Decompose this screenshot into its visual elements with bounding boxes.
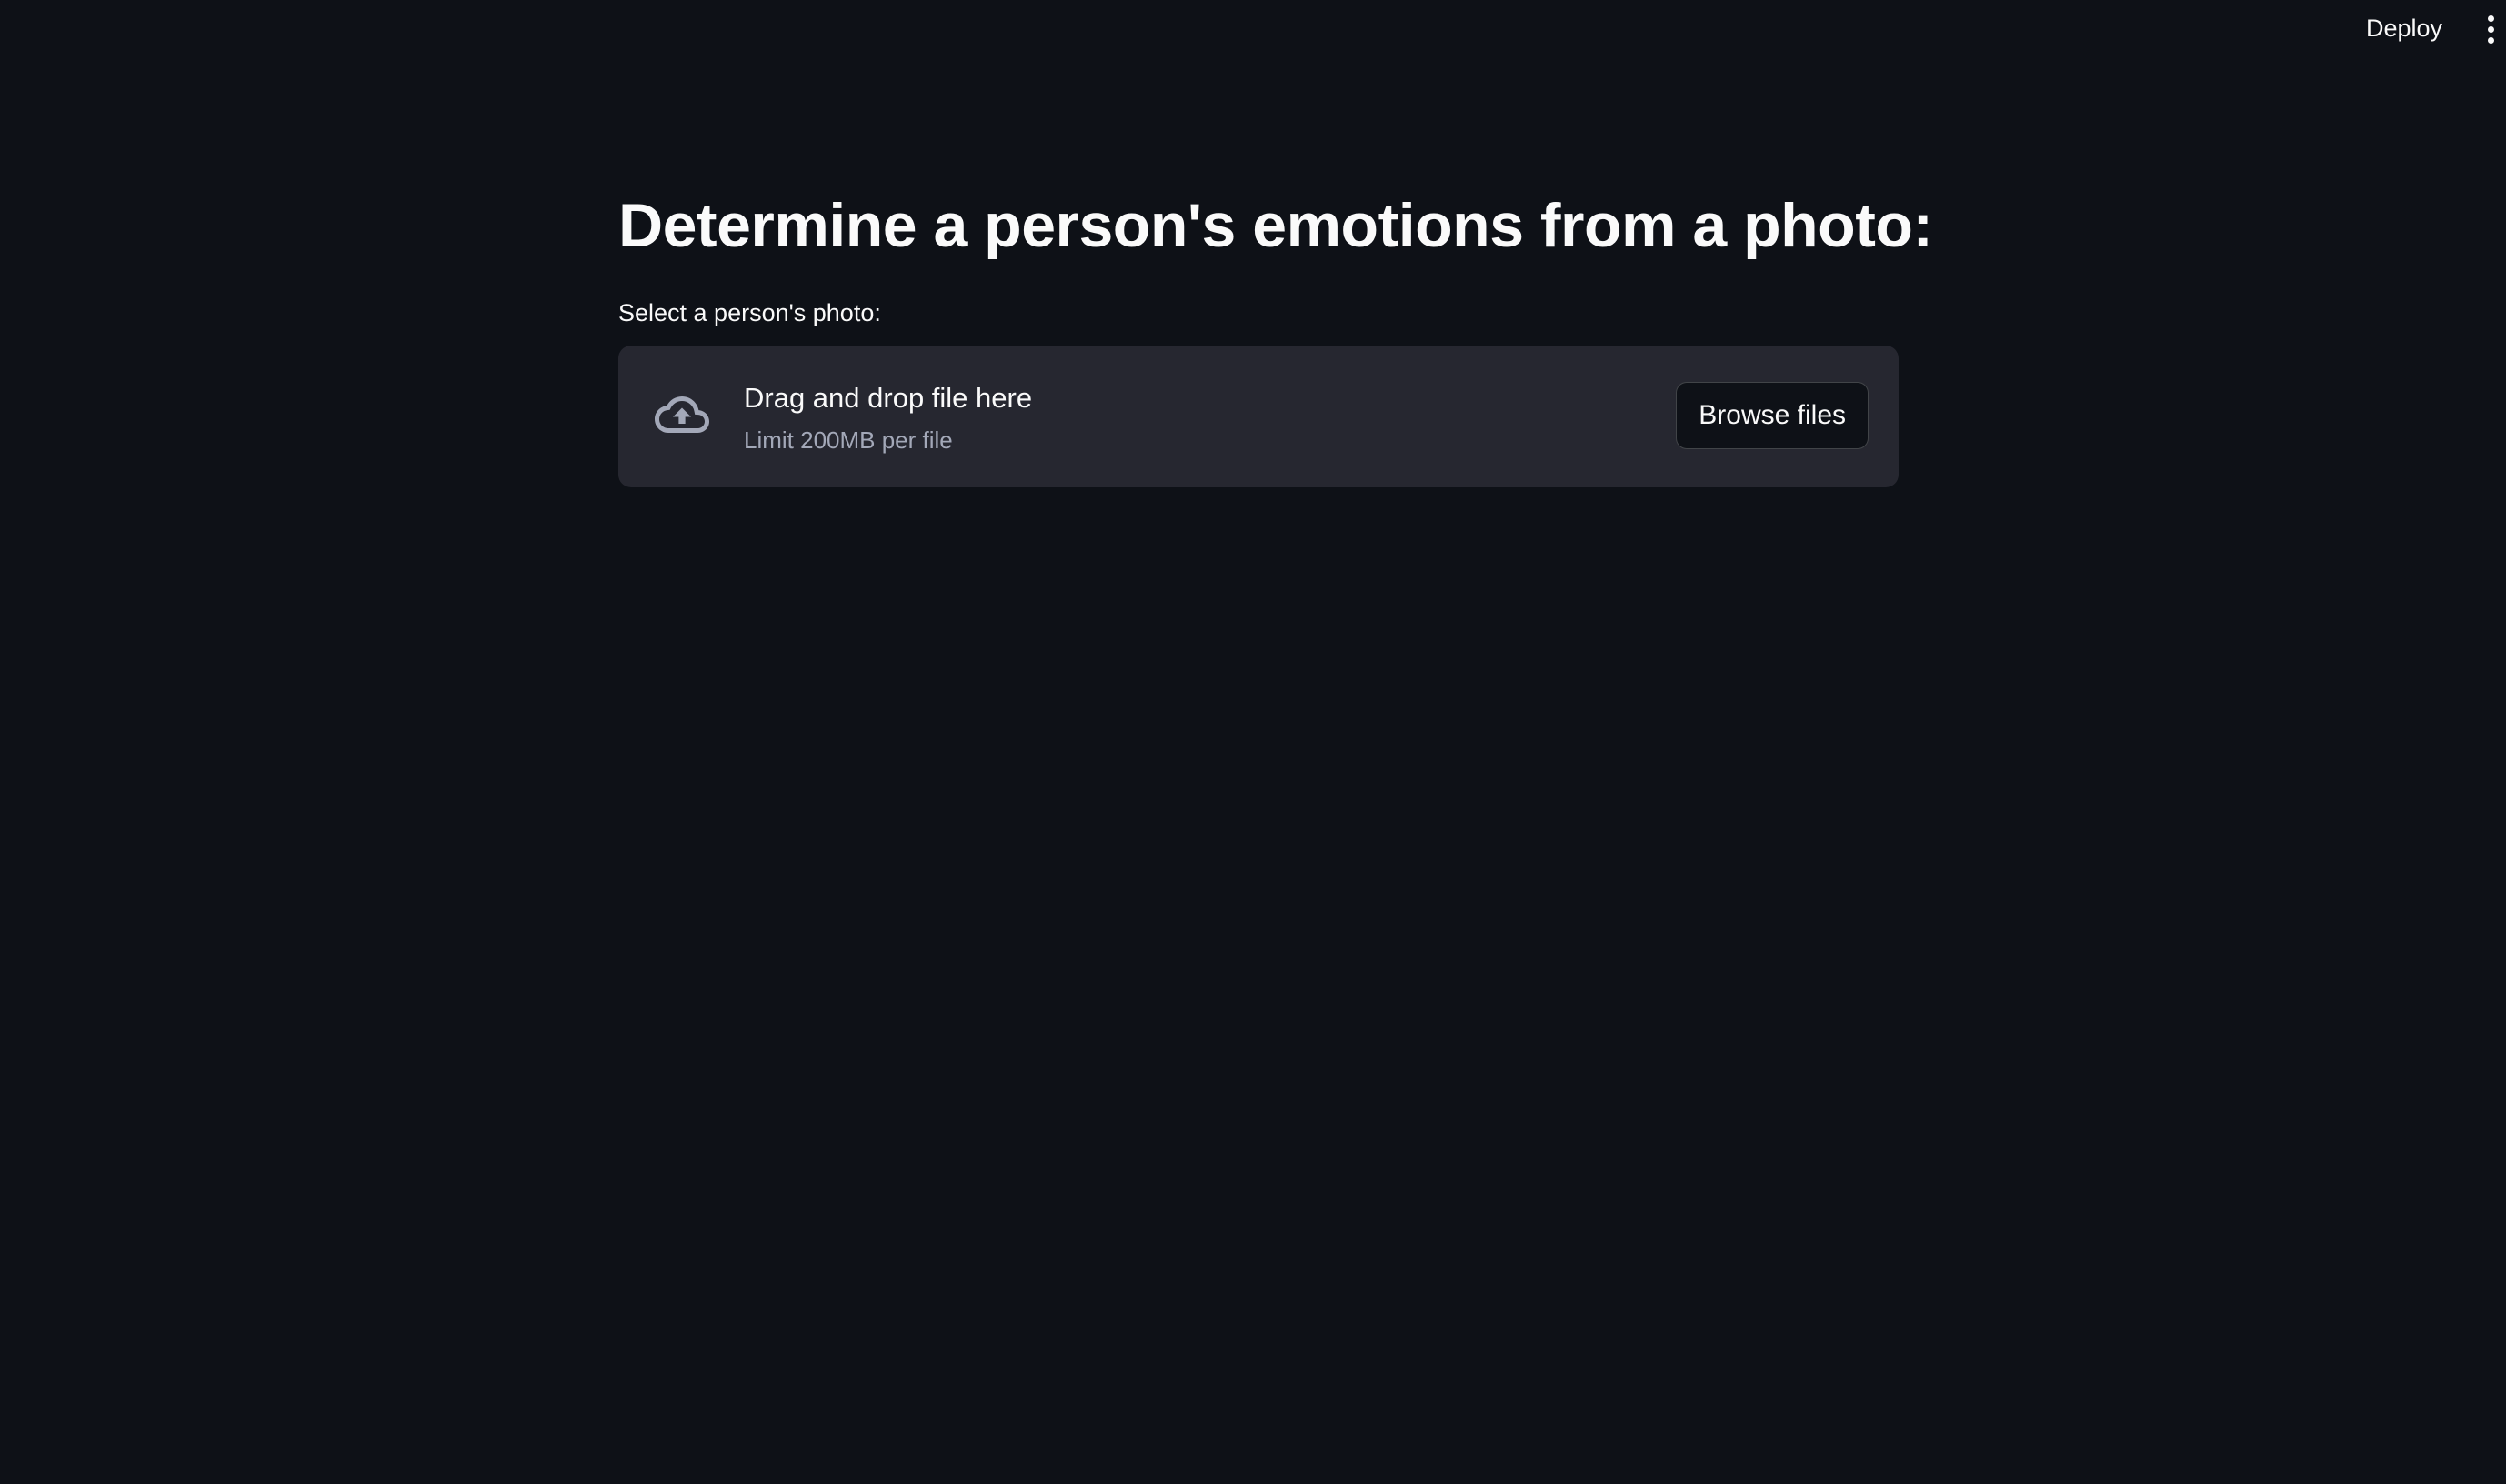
app-header: Deploy [0, 0, 2506, 56]
main-content: Determine a person's emotions from a pho… [618, 182, 1933, 487]
vertical-ellipsis-icon-dot [2487, 36, 2494, 44]
browse-files-button[interactable]: Browse files [1676, 382, 1869, 449]
page-title: Determine a person's emotions from a pho… [618, 191, 1933, 260]
app-root: Deploy Determine a person's emotions fro… [0, 0, 2506, 1484]
vertical-ellipsis-icon [2487, 15, 2494, 22]
deploy-button[interactable]: Deploy [2353, 9, 2455, 47]
dropzone-instructions: Drag and drop file here [744, 382, 1033, 414]
vertical-ellipsis-icon-dot [2487, 25, 2494, 33]
dropzone-text: Drag and drop file here Limit 200MB per … [744, 378, 1032, 458]
cloud-upload-icon [655, 396, 709, 433]
file-dropzone[interactable]: Drag and drop file here Limit 200MB per … [618, 346, 1899, 487]
file-uploader-label: Select a person's photo: [618, 299, 881, 326]
file-size-limit: Limit 200MB per file [744, 426, 953, 454]
main-menu-button[interactable] [2473, 11, 2506, 47]
